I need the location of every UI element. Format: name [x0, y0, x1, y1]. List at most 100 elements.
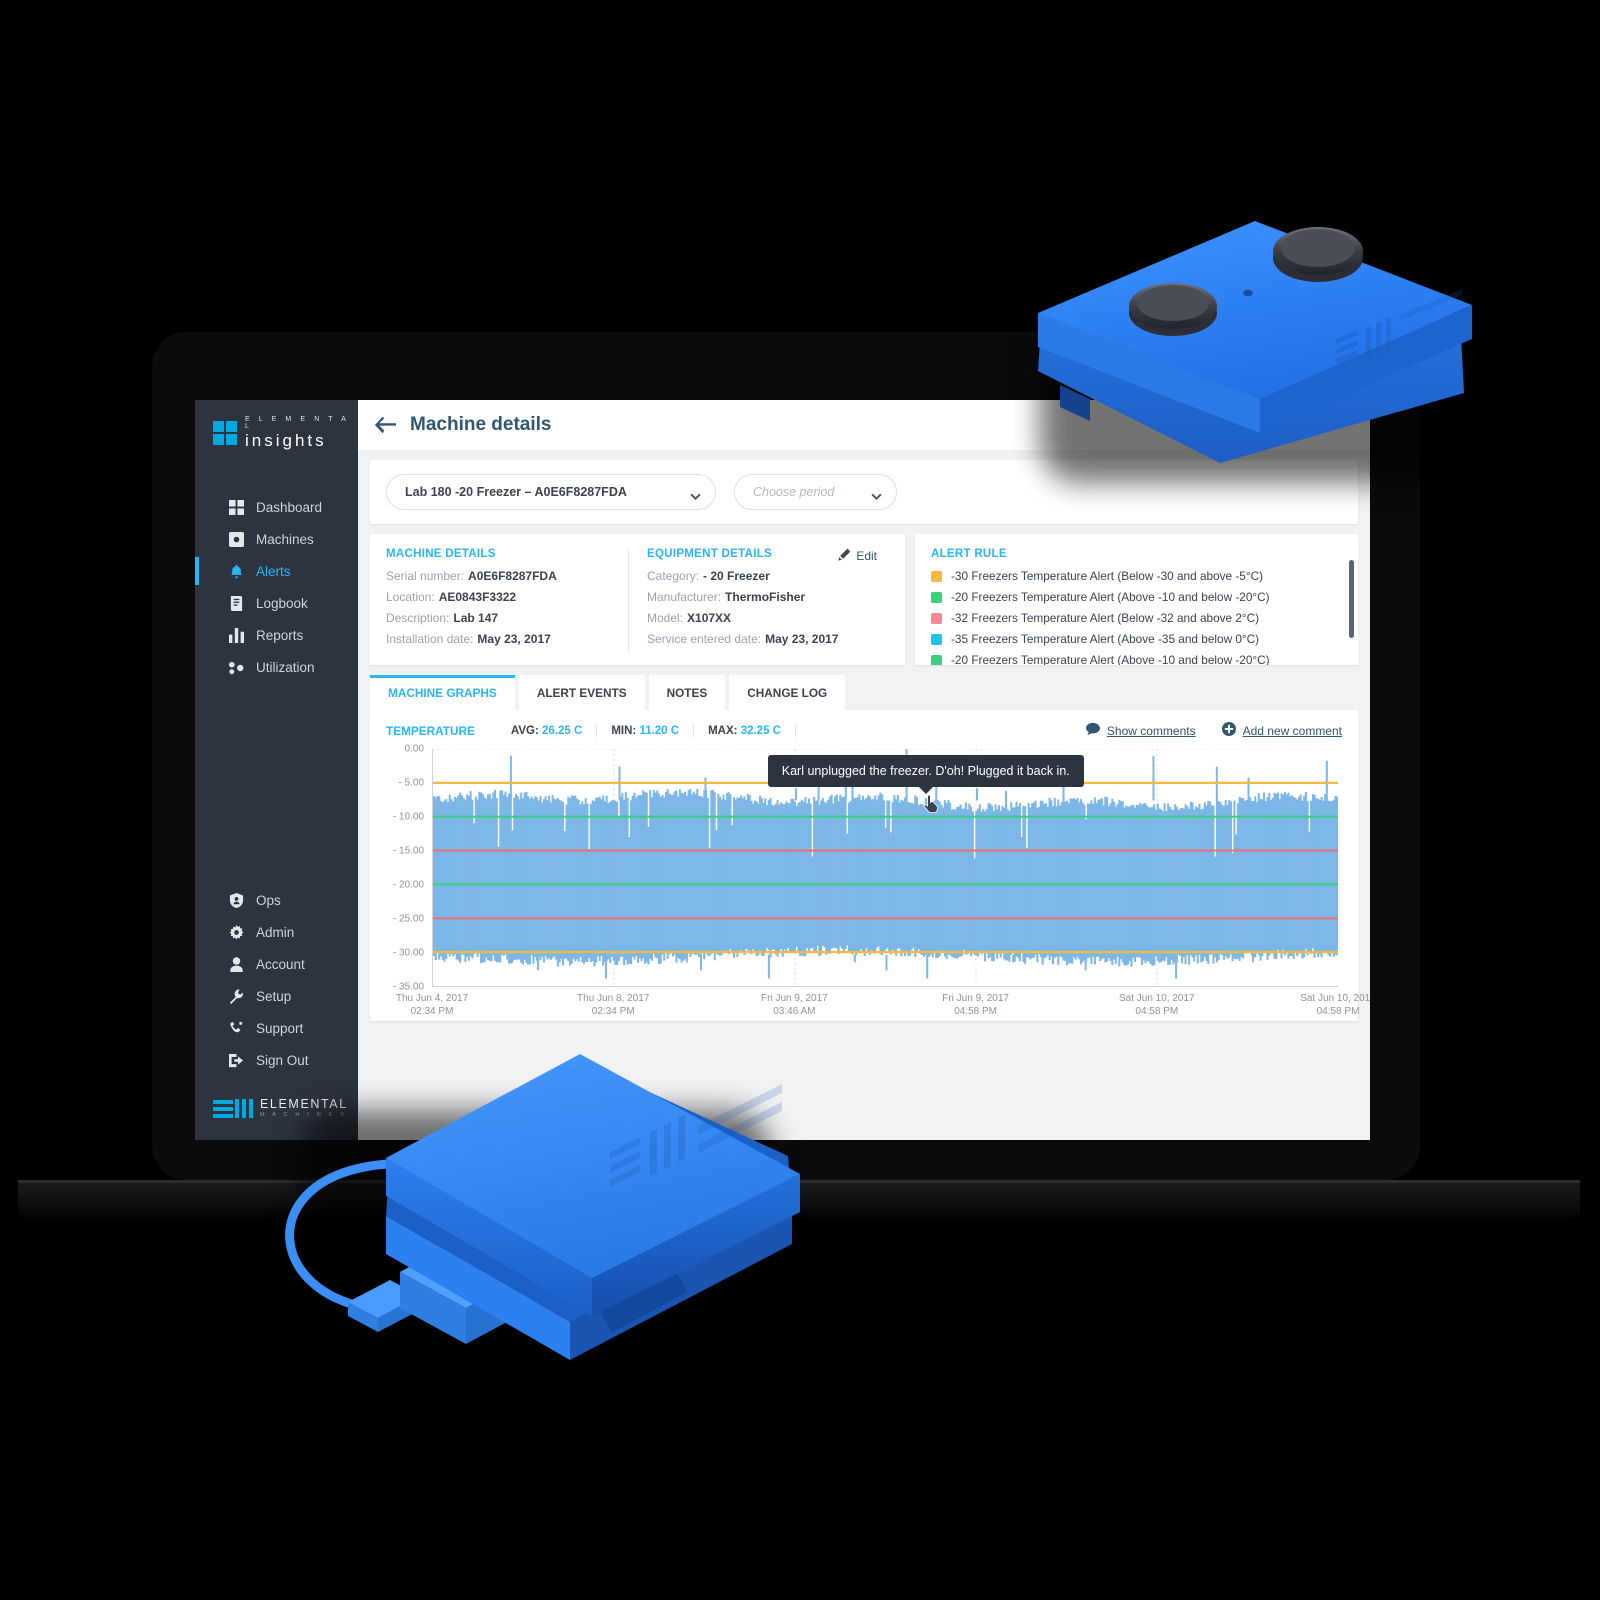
detail-value: May 23, 2017 [765, 632, 839, 646]
plus-circle-icon [1221, 722, 1236, 739]
y-axis-tick: - 15.00 [392, 845, 424, 857]
comment-tooltip: Karl unplugged the freezer. D'oh! Plugge… [767, 755, 1084, 794]
sensor-device-bottom [240, 1040, 810, 1380]
sidebar-item-machines[interactable]: Machines [195, 523, 358, 555]
comment-actions: Show comments Add new comment [1085, 722, 1342, 739]
alert-rule-title: ALERT RULE [931, 548, 1007, 560]
tab-change-log[interactable]: CHANGE LOG [729, 675, 846, 710]
detail-value: A0E6F8287FDA [468, 569, 557, 583]
details-card: MACHINE DETAILS Serial number: A0E6F8287F… [370, 534, 905, 665]
back-arrow-icon[interactable] [374, 414, 396, 436]
detail-value: AE0843F3322 [438, 590, 517, 604]
edit-label: Edit [856, 549, 877, 563]
tab-machine-graphs[interactable]: MACHINE GRAPHS [370, 675, 515, 710]
sidebar-item-ops[interactable]: Ops [195, 884, 358, 916]
sidebar-item-account[interactable]: Account [195, 948, 358, 980]
temperature-chart: 0.00 - 5.00 - 10.00 - 15.00 - 20.00 - 25.00 - … [386, 744, 1370, 1018]
stat-value: 26.25 C [542, 724, 583, 737]
color-swatch [931, 612, 942, 624]
sidebar-item-utilization[interactable]: Utilization [195, 651, 358, 683]
brand-logo: E L E M E N T A L insights [195, 400, 358, 449]
sidebar-item-alerts[interactable]: Alerts [195, 555, 358, 587]
y-axis-tick: - 25.00 [392, 913, 424, 925]
alert-rule-list: -30 Freezers Temperature Alert (Below -3… [931, 569, 1342, 665]
tab-label: CHANGE LOG [747, 686, 828, 700]
sidebar-item-label: Reports [256, 627, 304, 643]
alert-rule-scrollbar[interactable] [1349, 560, 1354, 638]
page-title: Machine details [410, 414, 552, 435]
sidebar-item-label: Ops [256, 892, 281, 908]
sidebar-item-label: Logbook [256, 595, 308, 611]
wrench-icon [229, 989, 244, 1004]
y-axis-tick: - 5.00 [398, 777, 424, 789]
tab-notes[interactable]: NOTES [648, 675, 726, 710]
alert-rule-label: -20 Freezers Temperature Alert (Above -1… [951, 590, 1270, 604]
y-axis-tick: - 10.00 [392, 811, 424, 823]
chevron-down-icon [690, 489, 701, 500]
detail-label: Service entered date: [647, 632, 762, 646]
support-phone-icon [229, 1021, 244, 1036]
detail-row: Location: AE0843F3322 [386, 590, 616, 604]
tab-alert-events[interactable]: ALERT EVENTS [518, 675, 645, 710]
sidebar-item-dashboard[interactable]: Dashboard [195, 491, 358, 523]
x-axis-tick: Fri Jun 9, 2017 04:58 PM [942, 993, 1009, 1017]
period-select[interactable]: Choose period [734, 474, 897, 510]
sidebar-item-label: Setup [256, 988, 292, 1004]
stat-key: MAX: [708, 724, 738, 737]
alert-rule-item[interactable]: -32 Freezers Temperature Alert (Below -3… [931, 611, 1342, 625]
chart-x-axis: Thu Jun 4, 2017 02:34 PM Thu Jun 8, 2017 02… [396, 992, 1370, 1022]
detail-value: Lab 147 [453, 611, 499, 625]
x-axis-tick: Fri Jun 9, 2017 03:46 AM [761, 993, 828, 1017]
sidebar-item-admin[interactable]: Admin [195, 916, 358, 948]
bar-chart-icon [229, 627, 244, 643]
stat-max: MAX: 32.25 C [694, 724, 796, 737]
color-swatch [931, 570, 942, 582]
show-comments-button[interactable]: Show comments [1085, 722, 1196, 739]
alert-rule-item[interactable]: -30 Freezers Temperature Alert (Below -3… [931, 569, 1342, 583]
color-swatch [931, 591, 942, 603]
alert-rule-card: ALERT RULE -30 Freezers Temperature Aler… [915, 534, 1358, 665]
sidebar-item-reports[interactable]: Reports [195, 619, 358, 651]
utilization-icon [229, 660, 244, 675]
alert-rule-item[interactable]: -20 Freezers Temperature Alert (Above -1… [931, 590, 1342, 604]
sidebar-item-label: Dashboard [256, 499, 323, 515]
machine-select-value: Lab 180 -20 Freezer – A0E6F8287FDA [405, 485, 627, 499]
chevron-down-icon [871, 489, 882, 500]
book-icon [229, 595, 244, 611]
detail-value: X107XX [687, 611, 732, 625]
x-axis-tick: Thu Jun 8, 2017 02:34 PM [577, 993, 650, 1017]
detail-label: Category: [647, 569, 700, 583]
alert-rule-label: -30 Freezers Temperature Alert (Below -3… [951, 569, 1264, 583]
sidebar-item-label: Admin [256, 924, 295, 940]
graph-card: TEMPERATURE AVG: 26.25 C MIN: 11.20 C MA… [370, 710, 1370, 1021]
edit-button[interactable]: Edit [838, 548, 877, 564]
machine-select[interactable]: Lab 180 -20 Freezer – A0E6F8287FDA [386, 474, 716, 510]
alert-rule-item[interactable]: -20 Freezers Temperature Alert (Above -1… [931, 653, 1342, 665]
elemental-squares-icon [213, 420, 237, 445]
machine-details-section: MACHINE DETAILS Serial number: A0E6F8287F… [386, 548, 628, 653]
primary-nav: Dashboard Machines Alerts Logbook Report… [195, 491, 358, 683]
y-axis-tick: - 35.00 [392, 981, 424, 993]
sensor-device-top [1020, 185, 1490, 525]
alert-rule-item[interactable]: -35 Freezers Temperature Alert (Above -3… [931, 632, 1342, 646]
detail-label: Manufacturer: [647, 590, 722, 604]
sidebar-item-label: Support [256, 1020, 304, 1036]
detail-value: May 23, 2017 [477, 632, 551, 646]
detail-row: Manufacturer: ThermoFisher [647, 590, 877, 604]
y-axis-tick: - 30.00 [392, 947, 424, 959]
graph-header: TEMPERATURE AVG: 26.25 C MIN: 11.20 C MA… [386, 722, 1342, 739]
equipment-details-title: EQUIPMENT DETAILS [647, 548, 773, 560]
y-axis-tick: 0.00 [404, 743, 424, 755]
sidebar-item-setup[interactable]: Setup [195, 980, 358, 1012]
sidebar-item-label: Utilization [256, 659, 315, 675]
sidebar-item-label: Account [256, 956, 305, 972]
brand-top-text: E L E M E N T A L [245, 416, 350, 430]
add-new-comment-button[interactable]: Add new comment [1221, 722, 1342, 739]
sidebar: E L E M E N T A L insights Dashboard Mac… [195, 400, 358, 1140]
sidebar-item-logbook[interactable]: Logbook [195, 587, 358, 619]
bell-icon [229, 564, 244, 579]
stat-min: MIN: 11.20 C [597, 724, 695, 737]
alert-rule-label: -20 Freezers Temperature Alert (Above -1… [951, 653, 1270, 665]
machine-details-title: MACHINE DETAILS [386, 548, 496, 560]
machine-icon [229, 531, 244, 547]
